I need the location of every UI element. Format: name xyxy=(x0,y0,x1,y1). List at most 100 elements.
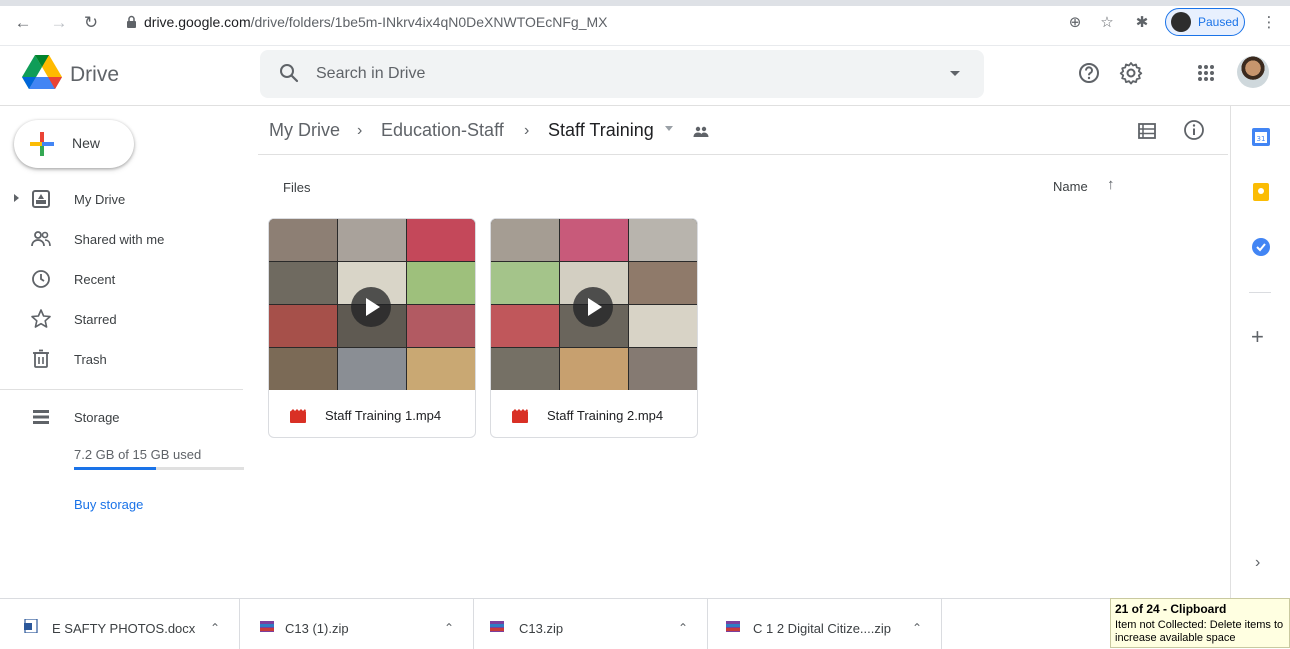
header-divider xyxy=(258,154,1228,155)
storage-label: Storage xyxy=(74,410,120,425)
browser-menu-icon[interactable]: ⋮ xyxy=(1258,12,1280,34)
list-view-icon[interactable] xyxy=(1136,120,1158,142)
sidebar-item-my-drive[interactable]: My Drive xyxy=(0,181,245,217)
tasks-icon[interactable] xyxy=(1251,237,1271,257)
hide-side-panel-chevron-icon[interactable]: › xyxy=(1255,554,1260,572)
star-icon xyxy=(31,309,51,328)
drive-header: Drive Search in Drive xyxy=(0,46,1290,106)
install-app-icon[interactable]: ⊕ xyxy=(1064,12,1086,34)
breadcrumb-item-current[interactable]: Staff Training xyxy=(548,120,654,141)
bookmark-star-icon[interactable]: ☆ xyxy=(1096,12,1118,34)
new-button[interactable]: New xyxy=(14,120,134,168)
my-drive-icon xyxy=(32,190,50,208)
zip-archive-icon xyxy=(726,621,740,632)
clock-icon xyxy=(32,270,50,288)
apps-grid-icon[interactable] xyxy=(1193,60,1219,86)
download-item[interactable]: E SAFTY PHOTOS.docx ⌃ xyxy=(0,599,240,649)
clipboard-title: 21 of 24 - Clipboard xyxy=(1115,602,1227,616)
breadcrumb-separator-icon: › xyxy=(524,122,530,139)
new-button-label: New xyxy=(72,135,101,151)
search-box[interactable]: Search in Drive xyxy=(260,50,984,98)
download-file-name: E SAFTY PHOTOS.docx xyxy=(52,621,196,636)
tab-strip xyxy=(0,0,1290,6)
drive-brand[interactable]: Drive xyxy=(70,63,119,87)
video-file-icon xyxy=(512,409,528,423)
zip-archive-icon xyxy=(260,621,274,632)
sidebar-item-label: My Drive xyxy=(74,192,126,207)
play-icon[interactable] xyxy=(351,287,391,327)
url-host: drive.google.com xyxy=(144,14,251,30)
chevron-up-icon[interactable]: ⌃ xyxy=(210,621,220,635)
search-options-icon[interactable] xyxy=(950,71,960,76)
sort-by-name-button[interactable]: Name xyxy=(1053,179,1088,194)
sidebar-item-storage[interactable]: Storage xyxy=(0,399,245,435)
downloads-bar: E SAFTY PHOTOS.docx ⌃ C13 (1).zip ⌃ C13.… xyxy=(0,598,1290,649)
forward-button[interactable]: → xyxy=(48,12,70,34)
get-addons-plus-icon[interactable]: + xyxy=(1251,324,1264,350)
account-avatar[interactable] xyxy=(1237,56,1269,88)
clipboard-notification[interactable]: 21 of 24 - Clipboard Item not Collected:… xyxy=(1110,598,1290,648)
info-icon[interactable] xyxy=(1182,118,1206,142)
sidebar-item-recent[interactable]: Recent xyxy=(0,261,245,297)
expand-arrow-icon[interactable] xyxy=(14,194,19,202)
sidebar-item-trash[interactable]: Trash xyxy=(0,341,245,377)
download-file-name: C 1 2 Digital Citize....zip xyxy=(753,621,891,636)
profile-avatar xyxy=(1171,12,1191,32)
side-panel: 31 + › xyxy=(1230,106,1290,598)
download-item[interactable]: C13.zip ⌃ xyxy=(474,599,708,649)
buy-storage-link[interactable]: Buy storage xyxy=(74,497,143,512)
download-file-name: C13 (1).zip xyxy=(285,621,349,636)
folder-menu-caret-icon[interactable] xyxy=(665,126,673,131)
download-file-name: C13.zip xyxy=(519,621,564,636)
download-item[interactable]: C 1 2 Digital Citize....zip ⌃ xyxy=(708,599,942,649)
storage-progress-fill xyxy=(74,467,156,470)
file-card[interactable]: Staff Training 1.mp4 xyxy=(268,218,476,438)
settings-gear-icon[interactable] xyxy=(1118,60,1144,86)
shared-folder-people-icon[interactable] xyxy=(693,125,709,139)
download-item[interactable]: C13 (1).zip ⌃ xyxy=(240,599,474,649)
extensions-icon[interactable]: ✱ xyxy=(1131,12,1153,34)
help-icon[interactable] xyxy=(1076,60,1102,86)
lock-icon xyxy=(127,15,136,28)
files-section-heading: Files xyxy=(283,180,311,195)
storage-usage-text: 7.2 GB of 15 GB used xyxy=(74,447,202,462)
sidebar-divider xyxy=(0,389,243,390)
back-button[interactable]: ← xyxy=(12,12,34,34)
zip-archive-icon xyxy=(490,621,504,632)
chevron-up-icon[interactable]: ⌃ xyxy=(444,621,454,635)
side-panel-divider xyxy=(1249,292,1271,293)
drive-logo-icon[interactable] xyxy=(22,55,62,89)
plus-icon xyxy=(30,132,54,156)
file-name: Staff Training 1.mp4 xyxy=(325,408,442,423)
storage-icon xyxy=(33,410,49,424)
profile-button[interactable]: Paused xyxy=(1165,8,1245,36)
clipboard-message: Item not Collected: Delete items to incr… xyxy=(1115,619,1284,644)
video-thumbnail xyxy=(491,219,697,390)
reload-button[interactable]: ↻ xyxy=(80,12,102,34)
svg-text:31: 31 xyxy=(1257,135,1266,143)
search-icon[interactable] xyxy=(278,62,300,84)
profile-status: Paused xyxy=(1198,15,1239,29)
trash-icon xyxy=(33,349,49,368)
keep-icon[interactable] xyxy=(1251,182,1271,202)
breadcrumb-item-my-drive[interactable]: My Drive xyxy=(269,120,340,141)
sidebar-item-label: Trash xyxy=(74,352,107,367)
address-bar[interactable]: drive.google.com/drive/folders/1be5m-INk… xyxy=(114,9,1094,37)
play-icon[interactable] xyxy=(573,287,613,327)
browser-toolbar: ← → ↻ drive.google.com/drive/folders/1be… xyxy=(0,0,1290,46)
url-path: /drive/folders/1be5m-INkrv4ix4qN0DeXNWTO… xyxy=(250,14,608,30)
sidebar-item-label: Shared with me xyxy=(74,232,165,247)
video-file-icon xyxy=(290,409,306,423)
sort-direction-arrow-icon[interactable]: ↑ xyxy=(1107,176,1115,193)
file-name: Staff Training 2.mp4 xyxy=(547,408,664,423)
sidebar-item-shared-with-me[interactable]: Shared with me xyxy=(0,221,245,257)
calendar-icon[interactable]: 31 xyxy=(1251,127,1271,147)
breadcrumb-item-education-staff[interactable]: Education-Staff xyxy=(381,120,504,141)
chevron-up-icon[interactable]: ⌃ xyxy=(912,621,922,635)
sidebar-item-label: Recent xyxy=(74,272,116,287)
url-text: drive.google.com/drive/folders/1be5m-INk… xyxy=(144,14,607,30)
chevron-up-icon[interactable]: ⌃ xyxy=(678,621,688,635)
sidebar-item-starred[interactable]: Starred xyxy=(0,301,245,337)
search-input[interactable]: Search in Drive xyxy=(316,65,425,83)
file-card[interactable]: Staff Training 2.mp4 xyxy=(490,218,698,438)
